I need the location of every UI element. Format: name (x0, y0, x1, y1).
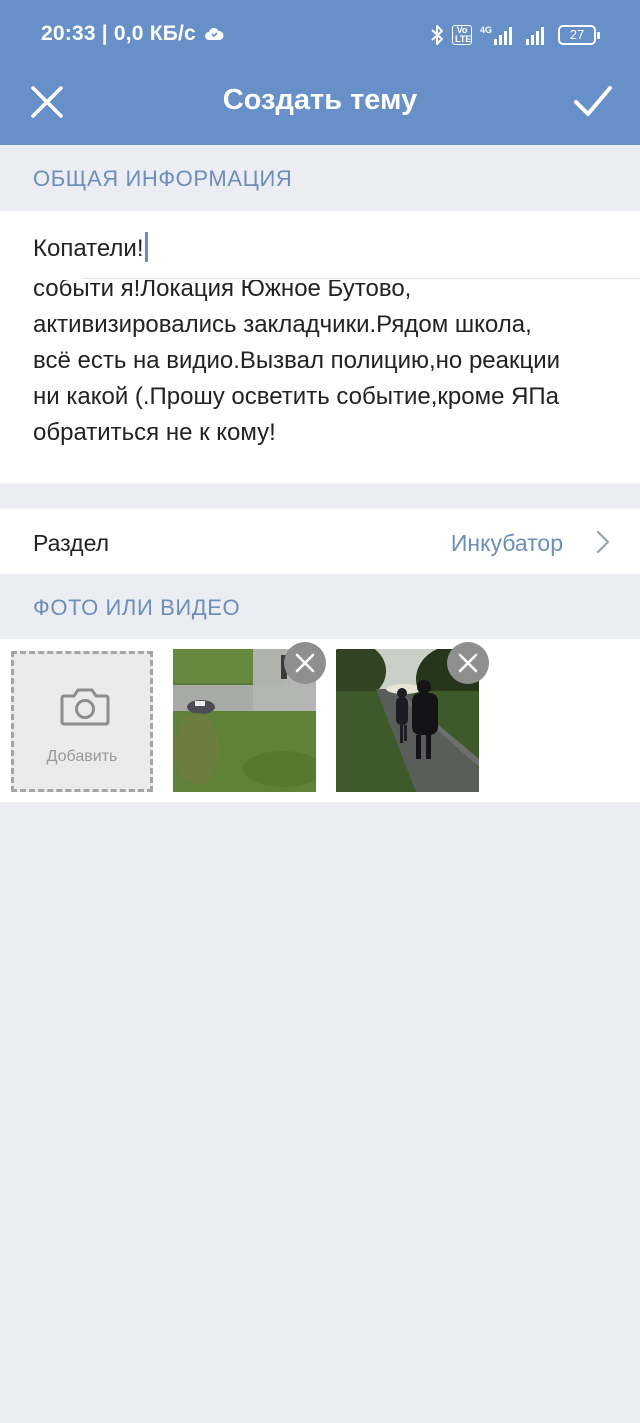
signal-icon-1: 4G (480, 25, 512, 45)
remove-media-button[interactable] (447, 642, 489, 684)
status-time: 20:33 | 0,0 КБ/с (41, 22, 224, 46)
topic-title-value: Копатели! (33, 235, 144, 262)
top-bar: 20:33 | 0,0 КБ/с Vo LTE 4G 27 Создать те… (0, 0, 640, 145)
section-row-value[interactable]: Инкубатор (451, 530, 563, 557)
topic-description: событи я!Локация Южное Бутово, активизир… (33, 280, 613, 451)
topic-title-input[interactable]: Копатели! (33, 232, 148, 263)
checkmark-icon[interactable] (572, 80, 614, 122)
cloud-icon (204, 27, 224, 40)
chevron-right-icon[interactable] (596, 530, 610, 554)
description-line: всё есть на видио.Вызвал полицию,но реак… (33, 347, 561, 374)
section-header-media: ФОТО ИЛИ ВИДЕО (33, 595, 241, 620)
input-divider (82, 278, 640, 279)
description-line: ни какой (.Прошу осветить событие,кроме … (33, 383, 560, 410)
remove-media-button[interactable] (284, 642, 326, 684)
status-clock: 20:33 (41, 22, 96, 45)
description-line: обратиться не к кому! (33, 419, 276, 446)
description-line: событи я!Локация Южное Бутово, (33, 280, 412, 302)
close-icon (295, 653, 315, 673)
signal-icon-2 (526, 25, 544, 45)
bluetooth-icon (431, 25, 443, 45)
network-type-label: 4G (479, 25, 492, 35)
close-icon (458, 653, 478, 673)
text-caret (144, 232, 148, 262)
add-media-label: Добавить (46, 748, 118, 765)
status-network-speed: | 0,0 КБ/с (101, 22, 196, 45)
volte-badge: Vo LTE (451, 25, 472, 45)
nav-bar: Создать тему (0, 70, 640, 145)
battery-icon: 27 (558, 25, 600, 45)
status-icons: Vo LTE 4G 27 (430, 22, 600, 48)
camera-icon (60, 688, 110, 726)
description-line: активизировались закладчики.Рядом школа, (33, 311, 532, 338)
page-title: Создать тему (222, 84, 418, 116)
section-row-label: Раздел (33, 530, 110, 556)
section-header-general: ОБЩАЯ ИНФОРМАЦИЯ (33, 166, 293, 191)
topic-description-input[interactable]: событи я!Локация Южное Бутово, активизир… (0, 280, 640, 468)
status-bar: 20:33 | 0,0 КБ/с Vo LTE 4G 27 (0, 0, 640, 70)
add-media-button[interactable]: Добавить (11, 651, 153, 792)
